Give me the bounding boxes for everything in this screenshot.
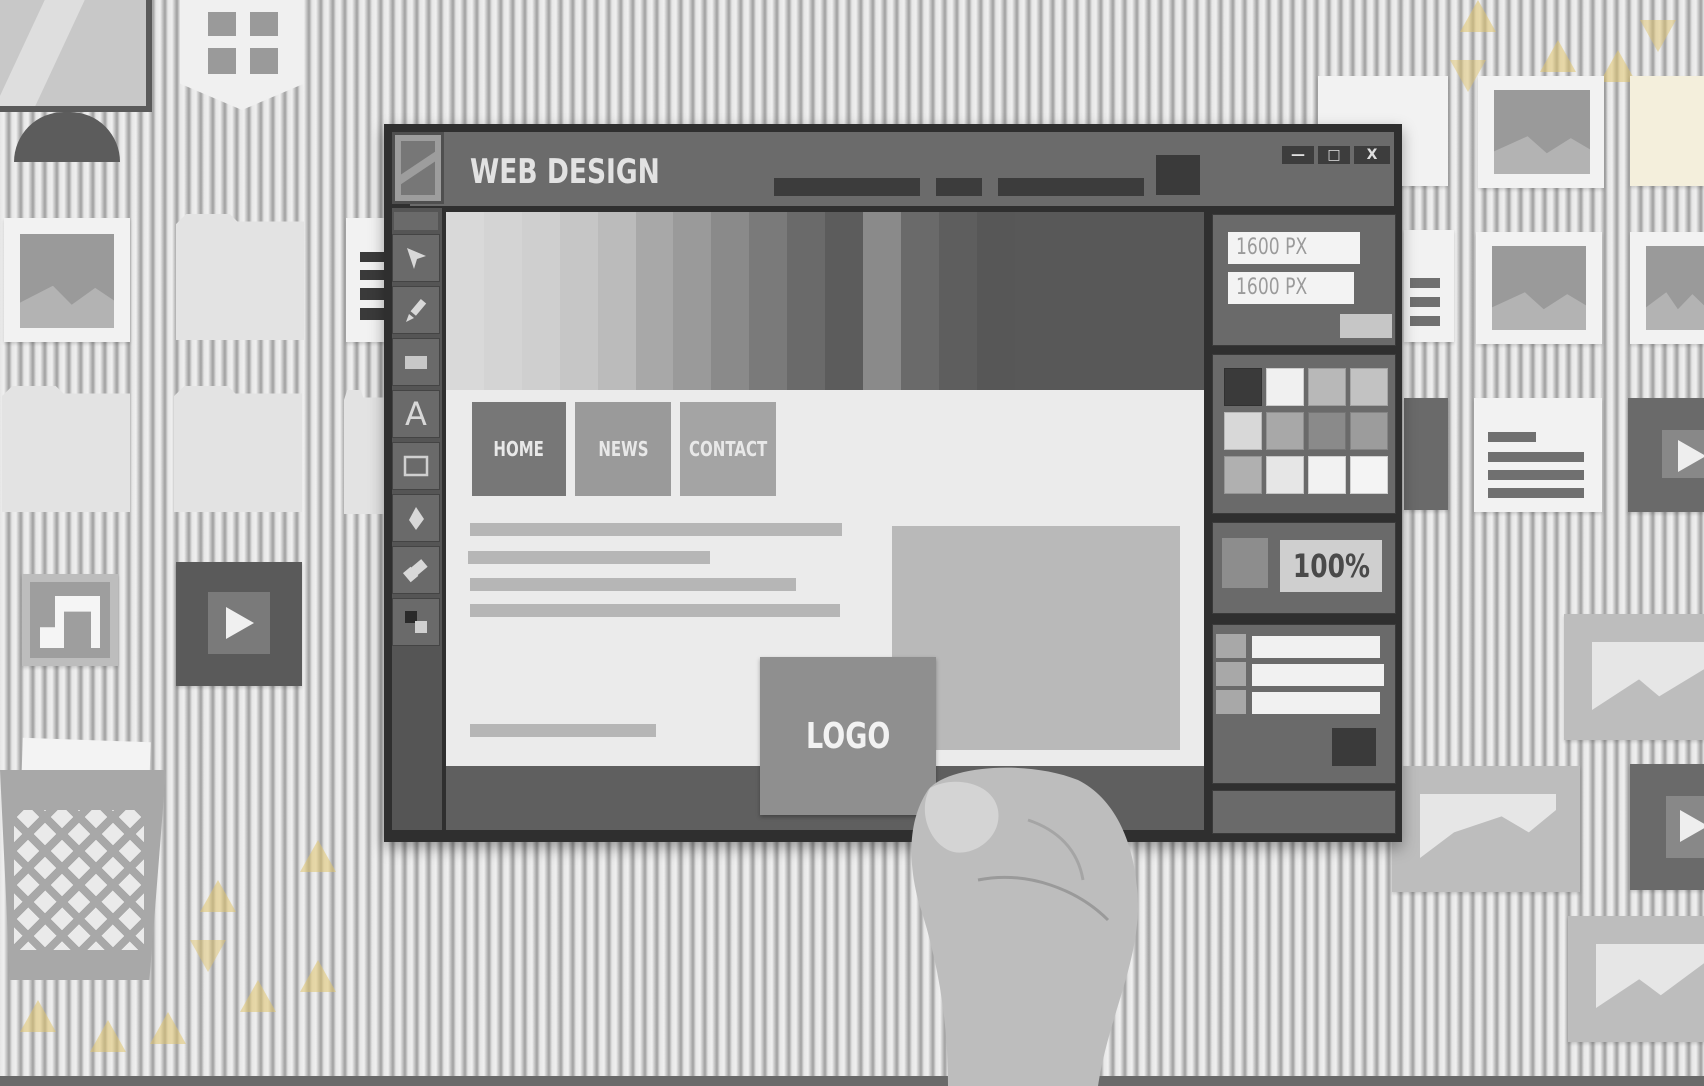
rectangle-outline-tool-button[interactable] [392, 442, 440, 490]
current-color-swatch[interactable] [1222, 538, 1268, 588]
video-file-icon [1630, 764, 1704, 890]
video-file-icon [1404, 398, 1448, 510]
decor-triangle [20, 1000, 56, 1032]
decor-triangle [190, 940, 226, 972]
bottom-strip [0, 1076, 1704, 1086]
image-file-icon [1630, 232, 1704, 344]
nav-contact-button[interactable]: CONTACT [680, 402, 776, 496]
image-file-icon [1476, 232, 1602, 344]
text-placeholder-line [470, 523, 842, 536]
menu-item[interactable] [998, 178, 1144, 196]
image-file-icon [1478, 76, 1604, 188]
image-card [1392, 766, 1580, 892]
decor-triangle [240, 980, 276, 1012]
text-placeholder-line [468, 551, 710, 564]
image-card [1568, 916, 1704, 1042]
arrow-cursor-icon [407, 248, 426, 269]
text-tool-button[interactable]: A [392, 390, 440, 438]
zoom-level[interactable]: 100% [1280, 540, 1382, 592]
select-tool-button[interactable] [392, 234, 440, 282]
outline-rectangle-icon [403, 455, 429, 477]
image-card [1564, 614, 1704, 740]
nav-news-button[interactable]: NEWS [575, 402, 671, 496]
video-file-icon [1628, 398, 1704, 512]
color-swatch[interactable] [1308, 368, 1346, 406]
layer-row[interactable] [1252, 692, 1380, 714]
pen-diamond-icon [409, 507, 424, 530]
color-swap-icon [405, 611, 427, 633]
color-swatch[interactable] [1308, 456, 1346, 494]
close-button[interactable]: X [1354, 146, 1390, 164]
document-icon [1404, 230, 1454, 342]
window-title: WEB DESIGN [470, 152, 660, 192]
toolbar-square-button[interactable] [1156, 155, 1200, 195]
monitor-icon [0, 0, 152, 112]
toolbar-header [394, 212, 438, 230]
folder-icon [174, 386, 302, 512]
brush-icon [406, 298, 427, 322]
color-swatch[interactable] [1266, 456, 1304, 494]
color-swatch[interactable] [1266, 412, 1304, 450]
decor-triangle [1640, 20, 1676, 52]
video-file-icon [176, 562, 302, 686]
pen-tool-button[interactable] [392, 494, 440, 542]
color-swatch[interactable] [1224, 456, 1262, 494]
text-placeholder-line [470, 604, 840, 617]
decor-triangle [300, 960, 336, 992]
trash-icon [0, 770, 166, 980]
color-swatch[interactable] [1350, 412, 1388, 450]
text-a-icon: A [405, 395, 427, 433]
minimize-button[interactable]: — [1282, 146, 1314, 164]
menu-item[interactable] [774, 178, 920, 196]
pattern-file-icon [1630, 76, 1704, 186]
image-file-icon [4, 218, 130, 342]
monitor-stand [14, 112, 120, 162]
app-logo-icon [392, 132, 444, 204]
layer-row[interactable] [1252, 664, 1384, 686]
decor-triangle [150, 1012, 186, 1044]
hand-image [911, 767, 1138, 1086]
brush-tool-button[interactable] [392, 286, 440, 334]
color-swap-tool-button[interactable] [392, 598, 440, 646]
layer-thumbnail [1216, 690, 1246, 714]
text-placeholder-line [470, 578, 796, 591]
maximize-button[interactable]: □ [1318, 146, 1350, 164]
color-swatch[interactable] [1224, 412, 1262, 450]
folder-icon [2, 386, 130, 512]
menu-item[interactable] [936, 178, 982, 196]
decor-triangle [1460, 0, 1496, 32]
shield-icon [180, 0, 304, 110]
eraser-tool-button[interactable] [392, 546, 440, 594]
nav-home-button[interactable]: HOME [472, 402, 566, 496]
filled-rectangle-icon [405, 356, 427, 369]
eraser-icon [402, 559, 428, 583]
document-icon [346, 218, 386, 342]
layer-thumbnail [1216, 662, 1246, 686]
music-file-icon [22, 574, 118, 666]
status-panel [1212, 790, 1396, 834]
text-placeholder-line [470, 724, 656, 737]
layer-thumbnail [1216, 634, 1246, 658]
decor-triangle [300, 840, 336, 872]
decor-triangle [1540, 40, 1576, 72]
rectangle-fill-tool-button[interactable] [392, 338, 440, 386]
add-layer-button[interactable] [1332, 728, 1376, 766]
folder-icon [344, 390, 384, 514]
color-swatch[interactable] [1350, 368, 1388, 406]
decor-triangle [200, 880, 236, 912]
height-input[interactable]: 1600 PX [1228, 272, 1354, 304]
color-swatch[interactable] [1266, 368, 1304, 406]
hero-banner-image [446, 212, 1204, 390]
decor-triangle [90, 1020, 126, 1052]
color-swatch[interactable] [1308, 412, 1346, 450]
apply-button[interactable] [1340, 314, 1392, 338]
color-swatch[interactable] [1350, 456, 1388, 494]
width-input[interactable]: 1600 PX [1228, 232, 1360, 264]
folder-icon [176, 214, 304, 340]
layer-row[interactable] [1252, 636, 1380, 658]
text-document-icon [1474, 398, 1602, 512]
color-swatch[interactable] [1224, 368, 1262, 406]
